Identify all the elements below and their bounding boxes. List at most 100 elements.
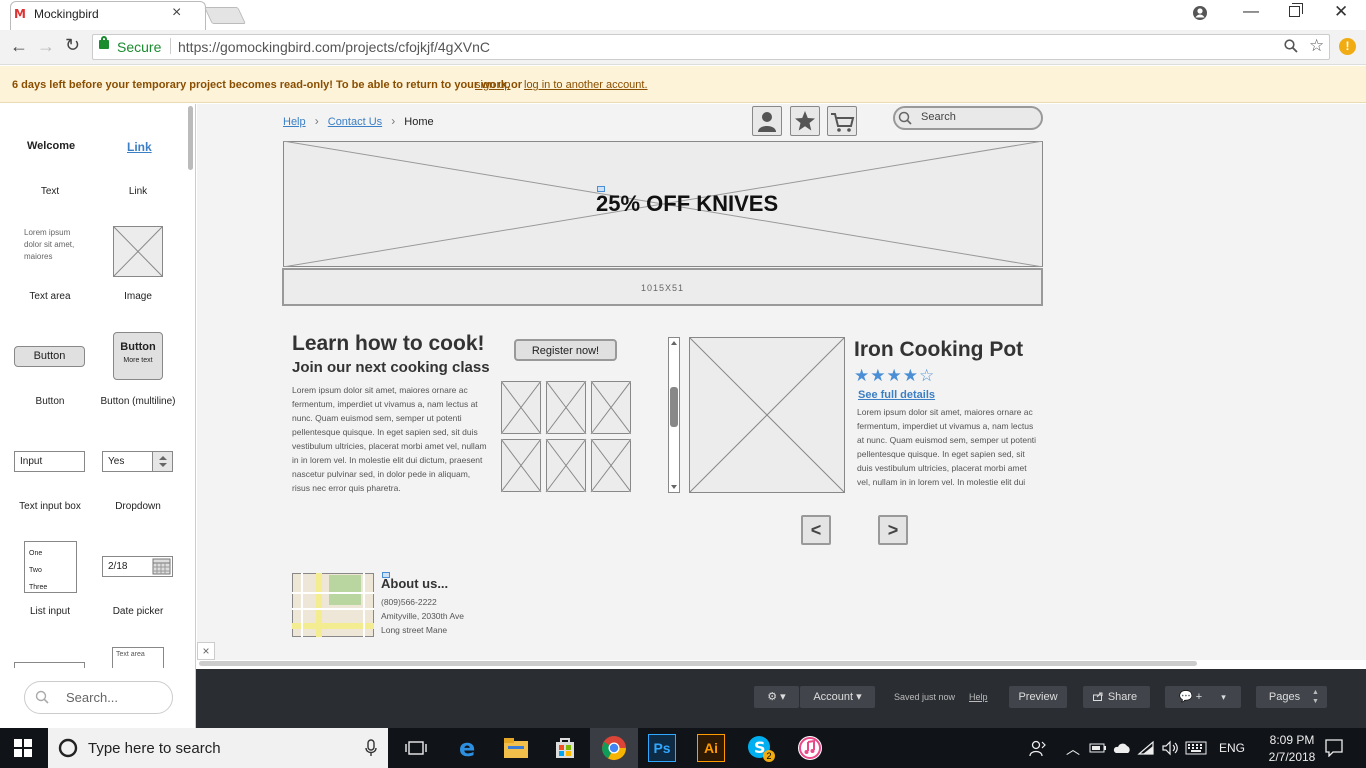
restore-icon[interactable] — [1289, 6, 1300, 17]
onedrive-cloud-icon[interactable] — [1112, 741, 1132, 755]
palette-search-placeholder[interactable]: Search... — [66, 690, 118, 705]
product-image-placeholder[interactable] — [689, 337, 845, 493]
back-arrow-icon[interactable]: ← — [10, 36, 28, 57]
chrome-icon[interactable] — [600, 734, 628, 762]
product-body[interactable]: Lorem ipsum dolor sit amet, maiores orna… — [857, 405, 1039, 493]
clock-date[interactable]: 2/7/2018 — [1262, 750, 1322, 764]
canvas-search-input[interactable] — [893, 106, 1043, 130]
new-tab-button[interactable] — [204, 7, 246, 24]
palette-link-label: Link — [128, 186, 148, 197]
map-image[interactable] — [292, 573, 374, 637]
product-rating-stars[interactable]: ★★★★☆ — [854, 366, 935, 386]
breadcrumb: Help › Contact Us › Home — [283, 114, 434, 128]
minimize-icon[interactable]: — — [1243, 3, 1259, 21]
cart-icon[interactable] — [827, 106, 857, 136]
register-button[interactable]: Register now! — [514, 339, 617, 361]
thumbnail-grid — [501, 381, 631, 493]
favorite-star-icon[interactable] — [790, 106, 820, 136]
profile-icon[interactable] — [1192, 5, 1208, 21]
palette-textarea2-preview[interactable]: Text area — [112, 647, 164, 668]
wireframe-scrollbar[interactable] — [668, 337, 680, 493]
about-address2[interactable]: Long street Mane — [381, 625, 447, 635]
battery-icon[interactable] — [1089, 741, 1107, 755]
banner-or: or — [511, 79, 522, 91]
about-address1[interactable]: Amityville, 2030th Ave — [381, 611, 464, 621]
canvas-search-placeholder[interactable]: Search — [921, 111, 956, 123]
palette-multiline-button-preview[interactable]: Button More text — [113, 332, 163, 380]
canvas-horizontal-scrollbar[interactable] — [199, 661, 1197, 666]
next-arrow-button[interactable]: > — [878, 515, 908, 545]
reload-icon[interactable]: ↻ — [65, 35, 80, 56]
cook-subheading[interactable]: Join our next cooking class — [292, 359, 490, 376]
account-dropdown[interactable]: Account ▾ — [800, 686, 875, 708]
multiline-button-title: Button — [120, 341, 156, 353]
extension-alert-icon[interactable]: ! — [1339, 38, 1356, 55]
edge-browser-icon[interactable]: e — [455, 734, 483, 762]
language-indicator[interactable]: ENG — [1219, 741, 1245, 755]
mockingbird-favicon-icon: M — [14, 7, 26, 21]
preview-button[interactable]: Preview — [1009, 686, 1067, 708]
window-close-icon[interactable]: ✕ — [1334, 2, 1348, 22]
user-icon[interactable] — [752, 106, 782, 136]
palette-input-preview[interactable]: Input — [14, 451, 85, 472]
calendar-icon — [152, 557, 172, 576]
pages-stepper-icon[interactable]: ▲ ▼ — [1312, 688, 1319, 706]
store-icon[interactable] — [551, 734, 579, 762]
file-explorer-icon[interactable] — [502, 734, 530, 762]
palette-text-label: Text — [40, 186, 60, 197]
comment-button[interactable]: 💬 + ▾ — [1165, 686, 1241, 708]
clock-time[interactable]: 8:09 PM — [1262, 733, 1322, 747]
palette-button-preview[interactable]: Button — [14, 346, 85, 367]
palette-textarea-preview[interactable]: Lorem ipsum dolor sit amet, maiores — [24, 227, 76, 263]
illustrator-icon[interactable]: Ai — [697, 734, 725, 762]
prev-arrow-button[interactable]: < — [801, 515, 831, 545]
bookmark-star-icon[interactable]: ☆ — [1309, 36, 1324, 56]
see-details-link[interactable]: See full details — [858, 389, 935, 401]
canvas-close-icon[interactable]: × — [197, 642, 215, 660]
breadcrumb-chevron-icon: › — [314, 114, 319, 128]
people-icon[interactable] — [1029, 739, 1047, 757]
about-phone[interactable]: (809)566-2222 — [381, 597, 437, 607]
palette-list-preview[interactable]: One Two Three — [24, 541, 77, 593]
windows-start-icon[interactable] — [14, 739, 32, 757]
component-palette — [0, 104, 196, 728]
signup-link[interactable]: sign up — [475, 79, 510, 91]
svg-text:e: e — [459, 734, 475, 762]
about-heading[interactable]: About us... — [381, 576, 448, 591]
palette-dropdown-label: Dropdown — [115, 501, 161, 512]
list-option: Three — [29, 584, 48, 591]
palette-image-preview[interactable] — [113, 226, 163, 277]
breadcrumb-help[interactable]: Help — [283, 116, 306, 128]
toolbar-help-link[interactable]: Help — [969, 692, 988, 702]
settings-gear-button[interactable]: ⚙ ▾ — [754, 686, 799, 708]
skype-badge: 2 — [763, 750, 775, 762]
palette-scrollbar[interactable] — [188, 106, 193, 170]
url-text[interactable]: https://gomockingbird.com/projects/cfojk… — [178, 39, 490, 55]
hero-text[interactable]: 25% OFF KNIVES — [596, 191, 778, 217]
product-title[interactable]: Iron Cooking Pot — [854, 338, 1023, 362]
action-center-icon[interactable] — [1325, 739, 1343, 757]
tray-chevron-up-icon[interactable]: ︿ — [1066, 739, 1080, 759]
cook-body[interactable]: Lorem ipsum dolor sit amet, maiores orna… — [292, 383, 488, 493]
search-icon — [35, 690, 49, 704]
breadcrumb-contact[interactable]: Contact Us — [328, 116, 382, 128]
photoshop-icon[interactable]: Ps — [648, 734, 676, 762]
wifi-icon[interactable] — [1137, 740, 1155, 756]
forward-arrow-icon[interactable]: → — [37, 36, 55, 57]
volume-icon[interactable] — [1161, 740, 1179, 756]
breadcrumb-home: Home — [404, 116, 434, 128]
comment-plus: + — [1195, 691, 1203, 703]
palette-link-preview[interactable]: Link — [127, 140, 152, 154]
tab-close-icon[interactable]: × — [172, 4, 181, 22]
task-view-icon[interactable] — [405, 739, 427, 757]
itunes-icon[interactable] — [796, 734, 824, 762]
login-link[interactable]: log in to another account. — [524, 79, 648, 91]
microphone-icon[interactable] — [365, 739, 377, 757]
taskbar-search-placeholder[interactable]: Type here to search — [88, 740, 221, 757]
secure-label[interactable]: Secure — [117, 39, 161, 55]
zoom-magnifier-icon[interactable] — [1284, 39, 1298, 53]
lock-icon[interactable] — [99, 40, 109, 49]
palette-text-preview[interactable]: Welcome — [27, 140, 75, 152]
keyboard-icon[interactable] — [1185, 741, 1207, 755]
cook-heading[interactable]: Learn how to cook! — [292, 332, 485, 356]
